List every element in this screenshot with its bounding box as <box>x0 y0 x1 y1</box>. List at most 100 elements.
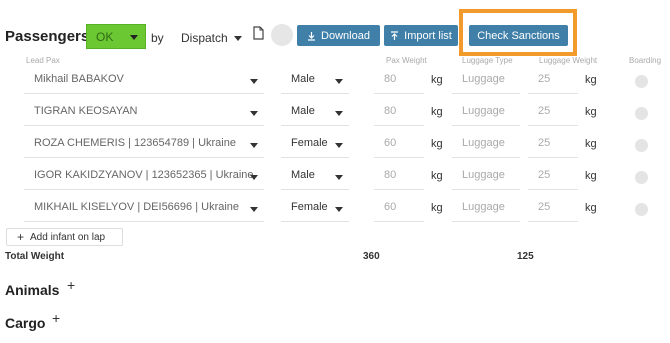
status-value: OK <box>96 30 114 44</box>
gender-select[interactable]: Female <box>281 195 349 222</box>
pax-weight-input[interactable]: 80 <box>374 67 424 94</box>
download-button[interactable]: Download <box>297 25 380 46</box>
add-animal-plus-icon[interactable]: + <box>67 277 75 293</box>
dispatch-value: Dispatch <box>181 31 228 45</box>
pax-weight-input[interactable]: 80 <box>374 163 424 190</box>
luggage-weight-value: 25 <box>538 137 551 149</box>
luggage-type-input[interactable]: Luggage <box>452 195 520 222</box>
animals-section-title: Animals <box>5 282 60 298</box>
pax-weight-value: 80 <box>384 73 397 85</box>
luggage-weight-input[interactable]: 25 <box>528 131 578 158</box>
status-select[interactable]: OK <box>86 24 146 49</box>
passenger-name: MIKHAIL KISELYOV | DEI56696 | Ukraine <box>34 201 240 213</box>
luggage-weight-value: 25 <box>538 169 551 181</box>
luggage-weight-unit: kg <box>585 74 597 86</box>
total-luggage-weight: 125 <box>517 251 534 262</box>
gender-value: Male <box>291 169 315 181</box>
gender-value: Female <box>291 201 328 213</box>
document-icon[interactable] <box>252 26 264 40</box>
column-header-luggage-type: Luggage Type <box>462 56 513 65</box>
chevron-down-icon <box>335 175 343 180</box>
pax-weight-value: 80 <box>384 169 397 181</box>
pax-weight-input[interactable]: 60 <box>374 131 424 158</box>
gender-select[interactable]: Male <box>281 163 349 190</box>
luggage-type-input[interactable]: Luggage <box>452 163 520 190</box>
pax-weight-unit: kg <box>431 170 443 182</box>
luggage-weight-input[interactable]: 25 <box>528 99 578 126</box>
pax-weight-unit: kg <box>431 138 443 150</box>
chevron-down-icon <box>335 143 343 148</box>
luggage-type-placeholder: Luggage <box>462 169 505 181</box>
luggage-weight-unit: kg <box>585 170 597 182</box>
luggage-weight-value: 25 <box>538 73 551 85</box>
luggage-weight-unit: kg <box>585 202 597 214</box>
passenger-name: ROZA CHEMERIS | 123654789 | Ukraine <box>34 137 236 149</box>
luggage-type-input[interactable]: Luggage <box>452 67 520 94</box>
passenger-name-select[interactable]: Mikhail BABAKOV <box>24 67 264 94</box>
luggage-weight-unit: kg <box>585 138 597 150</box>
plus-icon: + <box>17 230 25 244</box>
pax-weight-unit: kg <box>431 106 443 118</box>
gender-value: Male <box>291 105 315 117</box>
total-weight-label: Total Weight <box>5 251 65 262</box>
luggage-weight-input[interactable]: 25 <box>528 163 578 190</box>
column-header-pax-weight: Pax Weight <box>386 56 427 65</box>
passenger-name-select[interactable]: TIGRAN KEOSAYAN <box>24 99 264 126</box>
column-header-lead-pax: Lead Pax <box>26 56 60 65</box>
chevron-down-icon <box>335 79 343 84</box>
total-pax-weight: 360 <box>363 251 380 262</box>
chevron-down-icon <box>335 111 343 116</box>
gender-select[interactable]: Male <box>281 67 349 94</box>
add-infant-label: Add infant on lap <box>30 231 106 243</box>
boarding-toggle[interactable] <box>635 171 648 184</box>
avatar[interactable] <box>271 24 293 46</box>
luggage-type-input[interactable]: Luggage <box>452 99 520 126</box>
boarding-toggle[interactable] <box>635 75 648 88</box>
boarding-toggle[interactable] <box>635 107 648 120</box>
by-label: by <box>151 31 164 45</box>
chevron-down-icon <box>234 36 242 41</box>
passenger-name-select[interactable]: MIKHAIL KISELYOV | DEI56696 | Ukraine <box>24 195 264 222</box>
passenger-name-select[interactable]: IGOR KAKIDZYANOV | 123652365 | Ukraine <box>24 163 264 190</box>
chevron-down-icon <box>250 111 258 116</box>
dispatch-select[interactable]: Dispatch <box>173 24 245 49</box>
pax-weight-unit: kg <box>431 202 443 214</box>
pax-weight-input[interactable]: 80 <box>374 99 424 126</box>
gender-select[interactable]: Male <box>281 99 349 126</box>
luggage-weight-input[interactable]: 25 <box>528 67 578 94</box>
upload-icon <box>391 30 399 40</box>
pax-weight-value: 80 <box>384 105 397 117</box>
luggage-type-placeholder: Luggage <box>462 201 505 213</box>
luggage-weight-input[interactable]: 25 <box>528 195 578 222</box>
check-sanctions-label: Check Sanctions <box>477 29 560 42</box>
chevron-down-icon <box>250 175 258 180</box>
passenger-name: IGOR KAKIDZYANOV | 123652365 | Ukraine <box>34 169 254 181</box>
luggage-type-placeholder: Luggage <box>462 105 505 117</box>
boarding-toggle[interactable] <box>635 139 648 152</box>
check-sanctions-button[interactable]: Check Sanctions <box>469 25 568 46</box>
luggage-weight-value: 25 <box>538 105 551 117</box>
gender-value: Female <box>291 137 328 149</box>
chevron-down-icon <box>130 35 138 40</box>
column-header-boarding: Boarding <box>629 56 662 65</box>
download-label: Download <box>321 29 370 42</box>
gender-select[interactable]: Female <box>281 131 349 158</box>
add-cargo-plus-icon[interactable]: + <box>52 310 60 326</box>
boarding-toggle[interactable] <box>635 203 648 216</box>
page-title: Passengers <box>5 28 90 45</box>
chevron-down-icon <box>250 207 258 212</box>
import-list-label: Import list <box>404 29 452 42</box>
luggage-type-placeholder: Luggage <box>462 73 505 85</box>
luggage-type-placeholder: Luggage <box>462 137 505 149</box>
passenger-name-select[interactable]: ROZA CHEMERIS | 123654789 | Ukraine <box>24 131 264 158</box>
add-infant-button[interactable]: + Add infant on lap <box>6 228 123 246</box>
pax-weight-input[interactable]: 60 <box>374 195 424 222</box>
chevron-down-icon <box>335 207 343 212</box>
import-list-button[interactable]: Import list <box>384 25 458 46</box>
passenger-name: Mikhail BABAKOV <box>34 73 124 85</box>
luggage-type-input[interactable]: Luggage <box>452 131 520 158</box>
passenger-name: TIGRAN KEOSAYAN <box>34 105 138 117</box>
pax-weight-value: 60 <box>384 201 397 213</box>
luggage-weight-unit: kg <box>585 106 597 118</box>
download-icon <box>308 31 316 41</box>
